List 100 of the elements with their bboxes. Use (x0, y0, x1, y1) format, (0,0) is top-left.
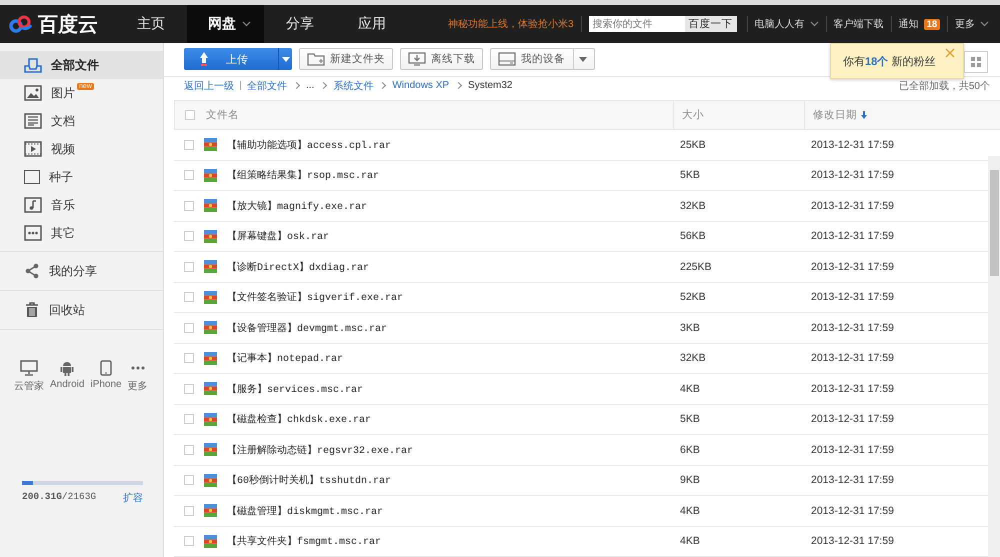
breadcrumb-link[interactable]: Windows XP (392, 80, 450, 92)
file-size: 225KB (679, 260, 713, 273)
file-name[interactable]: 【服务】services.msc.rar (227, 382, 364, 396)
device-icon (498, 52, 516, 66)
upload-button[interactable]: 上传 (184, 48, 278, 70)
row-checkbox[interactable] (184, 231, 194, 242)
file-size: 5KB (679, 169, 701, 182)
caret-icon (579, 56, 587, 62)
archive-file-icon (204, 168, 217, 182)
device-link[interactable]: 更多 (128, 379, 148, 393)
video-icon (24, 141, 42, 157)
file-name[interactable]: 【记事本】notepad.rar (227, 351, 344, 366)
chevron-icon (242, 21, 251, 27)
file-size: 4KB (679, 535, 701, 548)
nav-tab[interactable]: 应用 (336, 5, 408, 43)
row-checkbox[interactable] (184, 536, 194, 546)
file-name[interactable]: 【屏幕键盘】osk.rar (227, 229, 330, 244)
modified-date: 2013-12-31 17:59 (810, 230, 895, 242)
sidebar-item[interactable]: 回收站 (0, 295, 163, 325)
sidebar-item[interactable]: 文档 (0, 107, 163, 135)
sidebar-item[interactable]: 我的分享 (0, 256, 163, 286)
row-checkbox[interactable] (184, 475, 194, 486)
back-link[interactable]: 返回上一级 (184, 78, 234, 93)
close-button[interactable] (945, 47, 955, 60)
archive-file-icon (204, 321, 217, 334)
logo-text: 百度云 (38, 12, 98, 38)
search-button[interactable]: 百度一下 (684, 16, 737, 32)
modified-date: 2013-12-31 17:59 (810, 535, 895, 548)
download-icon (408, 52, 426, 66)
grid-view-button[interactable] (964, 51, 988, 73)
select-all-checkbox[interactable] (185, 110, 195, 120)
sidebar-item[interactable]: 视频 (0, 135, 163, 163)
breadcrumb-link[interactable]: 全部文件 (247, 78, 287, 93)
modified-date: 2013-12-31 17:59 (810, 352, 895, 364)
sidebar-item[interactable]: 种子 (0, 163, 163, 191)
cloud-logo-icon (8, 14, 34, 34)
more-menu[interactable]: 更多 (955, 17, 990, 31)
file-size: 9KB (679, 474, 701, 486)
row-checkbox[interactable] (184, 353, 194, 364)
row-checkbox[interactable] (184, 414, 194, 424)
notifications-link[interactable]: 通知 (898, 17, 919, 31)
device-link[interactable]: Android (50, 379, 84, 390)
modified-date: 2013-12-31 17:59 (810, 322, 895, 334)
file-name[interactable]: 【文件签名验证】sigverif.exe.rar (227, 290, 404, 304)
toolbar-button[interactable]: 离线下载 (400, 48, 483, 70)
nav-tab[interactable]: 分享 (264, 5, 336, 43)
file-size: 52KB (679, 291, 707, 304)
modified-date: 2013-12-31 17:59 (810, 382, 895, 395)
file-name[interactable]: 【诊断DirectX】dxdiag.rar (227, 260, 370, 274)
row-checkbox[interactable] (184, 292, 194, 302)
sidebar-item[interactable]: 其它 (0, 219, 163, 247)
file-size: 5KB (679, 413, 701, 426)
folder-icon (307, 52, 325, 66)
upload-menu-button[interactable] (278, 48, 292, 70)
row-checkbox[interactable] (184, 322, 194, 333)
file-name[interactable]: 【磁盘检查】chkdsk.exe.rar (227, 412, 372, 426)
file-size: 6KB (679, 444, 701, 456)
expand-link[interactable]: 扩容 (123, 491, 143, 505)
file-name[interactable]: 【组策略结果集】rsop.msc.rar (227, 168, 380, 182)
device-link[interactable]: iPhone (90, 379, 122, 390)
promo-link[interactable]: 神秘功能上线，体验抢小米3 (448, 17, 574, 31)
scrollbar[interactable] (988, 156, 1000, 557)
sidebar-item[interactable]: 音乐 (0, 191, 163, 219)
image-icon (24, 85, 42, 101)
file-size: 32KB (679, 352, 707, 364)
row-checkbox[interactable] (184, 506, 194, 516)
row-checkbox[interactable] (184, 384, 194, 394)
sidebar-item[interactable]: 全部文件 (0, 51, 163, 79)
archive-file-icon (204, 474, 217, 487)
file-name[interactable]: 【60秒倒计时关机】tsshutdn.rar (227, 473, 392, 488)
archive-file-icon (204, 382, 217, 396)
user-menu[interactable]: 电脑人人有 (754, 17, 819, 31)
device-link[interactable]: 云管家 (14, 379, 44, 393)
archive-file-icon (204, 412, 217, 426)
file-name[interactable]: 【磁盘管理】diskmgmt.msc.rar (227, 504, 384, 518)
row-checkbox[interactable] (184, 200, 194, 211)
more-icon (130, 366, 146, 370)
file-name[interactable]: 【共享文件夹】fsmgmt.msc.rar (227, 534, 382, 548)
file-name[interactable]: 【辅助功能选项】access.cpl.rar (227, 138, 392, 152)
archive-file-icon (204, 138, 217, 152)
modified-date: 2013-12-31 17:59 (810, 200, 895, 212)
file-size: 56KB (679, 230, 707, 242)
row-checkbox[interactable] (184, 140, 194, 150)
file-name[interactable]: 【设备管理器】devmgmt.msc.rar (227, 320, 388, 335)
breadcrumb-link[interactable]: 系统文件 (333, 78, 374, 93)
row-checkbox[interactable] (184, 262, 194, 272)
toolbar-button[interactable]: 新建文件夹 (299, 48, 393, 70)
row-checkbox[interactable] (184, 444, 194, 455)
load-status: 已全部加载，共50个 (898, 80, 990, 93)
nav-tab[interactable]: 网盘 (187, 5, 264, 43)
tray-icon (24, 57, 42, 73)
toolbar-button[interactable]: 我的设备 (490, 48, 595, 70)
archive-file-icon (204, 352, 217, 365)
file-name[interactable]: 【注册解除动态链】regsvr32.exe.rar (227, 442, 414, 457)
client-download-link[interactable]: 客户端下载 (834, 17, 884, 31)
monitor-icon (20, 360, 38, 376)
row-checkbox[interactable] (184, 170, 194, 180)
file-name[interactable]: 【放大镜】magnify.exe.rar (227, 198, 368, 213)
modified-date: 2013-12-31 17:59 (810, 413, 895, 426)
nav-tab[interactable]: 主页 (115, 5, 187, 43)
